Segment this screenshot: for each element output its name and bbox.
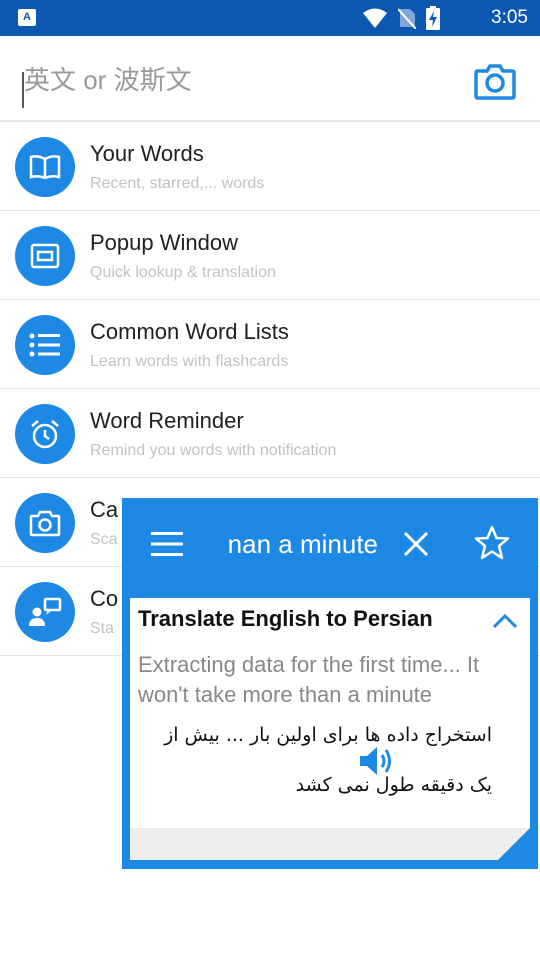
translation-card: Translate English to Persian Extracting … <box>130 598 530 860</box>
your-words-icon-circle <box>15 137 75 197</box>
star-icon[interactable] <box>474 525 510 561</box>
hamburger-menu-icon[interactable] <box>151 531 183 557</box>
translated-text: استخراج داده ها برای اولین بار ... بیش ا… <box>164 724 492 796</box>
menu-item-title: Your Words <box>90 141 204 166</box>
list-icon <box>29 333 60 357</box>
translation-popup[interactable]: nan a minute Translate English to Persia… <box>122 498 538 869</box>
list-icon-circle <box>15 315 75 375</box>
menu-item-title: Common Word Lists <box>90 319 289 344</box>
menu-item-subtitle: Learn words with flashcards <box>90 353 289 370</box>
camera-icon-circle <box>15 493 75 553</box>
popup-toolbar: nan a minute <box>122 498 538 590</box>
menu-item-subtitle: Quick lookup & translation <box>90 264 276 281</box>
menu-item-common-word-lists[interactable]: Common Word Lists Learn words with flash… <box>0 300 540 389</box>
blank-area <box>0 869 540 960</box>
card-footer <box>130 828 530 860</box>
source-text: Extracting data for the first time... It… <box>138 652 480 707</box>
speaker-icon[interactable] <box>358 744 394 778</box>
clock: 3:05 <box>491 7 528 28</box>
camera-icon <box>29 510 61 537</box>
menu-item-your-words[interactable]: Your Words Recent, starred,... words <box>0 122 540 211</box>
alarm-clock-icon <box>31 420 59 449</box>
wifi-icon <box>363 8 387 28</box>
resize-handle-icon[interactable] <box>498 828 530 860</box>
search-bar <box>0 36 540 122</box>
popup-window-icon-circle <box>15 226 75 286</box>
menu-item-word-reminder[interactable]: Word Reminder Remind you words with noti… <box>0 389 540 478</box>
alarm-clock-icon-circle <box>15 404 75 464</box>
menu-item-subtitle: Sta <box>90 620 115 637</box>
menu-item-title: Ca <box>90 497 119 522</box>
menu-item-title: Word Reminder <box>90 408 244 433</box>
conversation-icon <box>29 597 62 626</box>
status-bar: A 3:05 <box>0 0 540 36</box>
camera-icon[interactable] <box>474 61 516 101</box>
battery-charging-icon <box>426 6 440 30</box>
app-notification-icon: A <box>18 9 36 26</box>
menu-item-popup-window[interactable]: Popup Window Quick lookup & translation <box>0 211 540 300</box>
book-icon <box>29 155 61 180</box>
chevron-up-icon[interactable] <box>492 612 518 630</box>
menu-item-subtitle: Recent, starred,... words <box>90 175 265 192</box>
status-icons <box>362 6 440 30</box>
popup-query-value: nan a minute <box>227 529 378 559</box>
menu-item-subtitle: Remind you words with notification <box>90 442 337 459</box>
popup-query-text[interactable]: nan a minute <box>218 526 378 562</box>
conversation-icon-circle <box>15 582 75 642</box>
menu-item-title: Popup Window <box>90 230 238 255</box>
close-icon[interactable] <box>402 530 430 558</box>
no-sim-icon <box>398 8 416 29</box>
popup-window-icon <box>30 243 60 269</box>
menu-item-subtitle: Sca <box>90 531 118 548</box>
menu-item-title: Co <box>90 586 119 611</box>
search-input[interactable] <box>24 60 444 100</box>
translation-title: Translate English to Persian <box>138 606 433 631</box>
